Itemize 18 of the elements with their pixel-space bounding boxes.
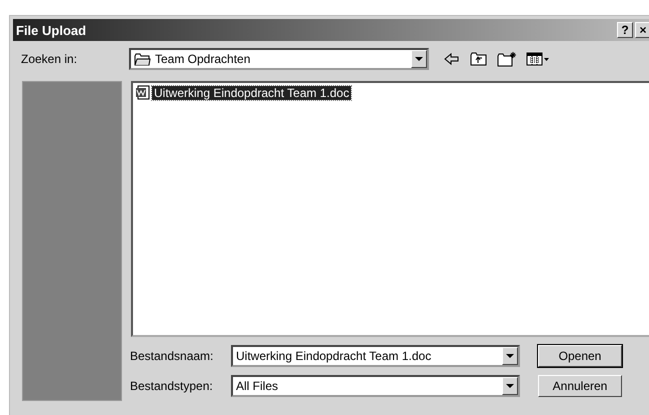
cancel-button[interactable]: Annuleren: [538, 375, 622, 397]
back-arrow-icon[interactable]: [443, 52, 461, 66]
file-name-field[interactable]: Uitwerking Eindopdracht Team 1.doc: [231, 345, 520, 367]
file-type-dropdown[interactable]: All Files: [231, 375, 520, 397]
look-in-dropdown[interactable]: Team Opdrachten: [129, 48, 429, 70]
window-title: File Upload: [16, 22, 86, 38]
look-in-label: Zoeken in:: [20, 52, 78, 66]
close-button[interactable]: ×: [635, 22, 649, 38]
document-icon: [135, 85, 150, 100]
open-button[interactable]: Openen: [538, 345, 622, 367]
file-item[interactable]: Uitwerking Eindopdracht Team 1.doc: [135, 85, 649, 100]
view-menu-icon[interactable]: [526, 52, 550, 66]
file-type-label: Bestandstypen:: [130, 379, 214, 393]
help-button[interactable]: ?: [617, 22, 633, 38]
file-name-label: Bestandsnaam:: [130, 349, 214, 363]
folder-icon: [134, 52, 151, 66]
up-folder-icon[interactable]: [470, 52, 488, 66]
new-folder-icon[interactable]: [497, 51, 517, 67]
